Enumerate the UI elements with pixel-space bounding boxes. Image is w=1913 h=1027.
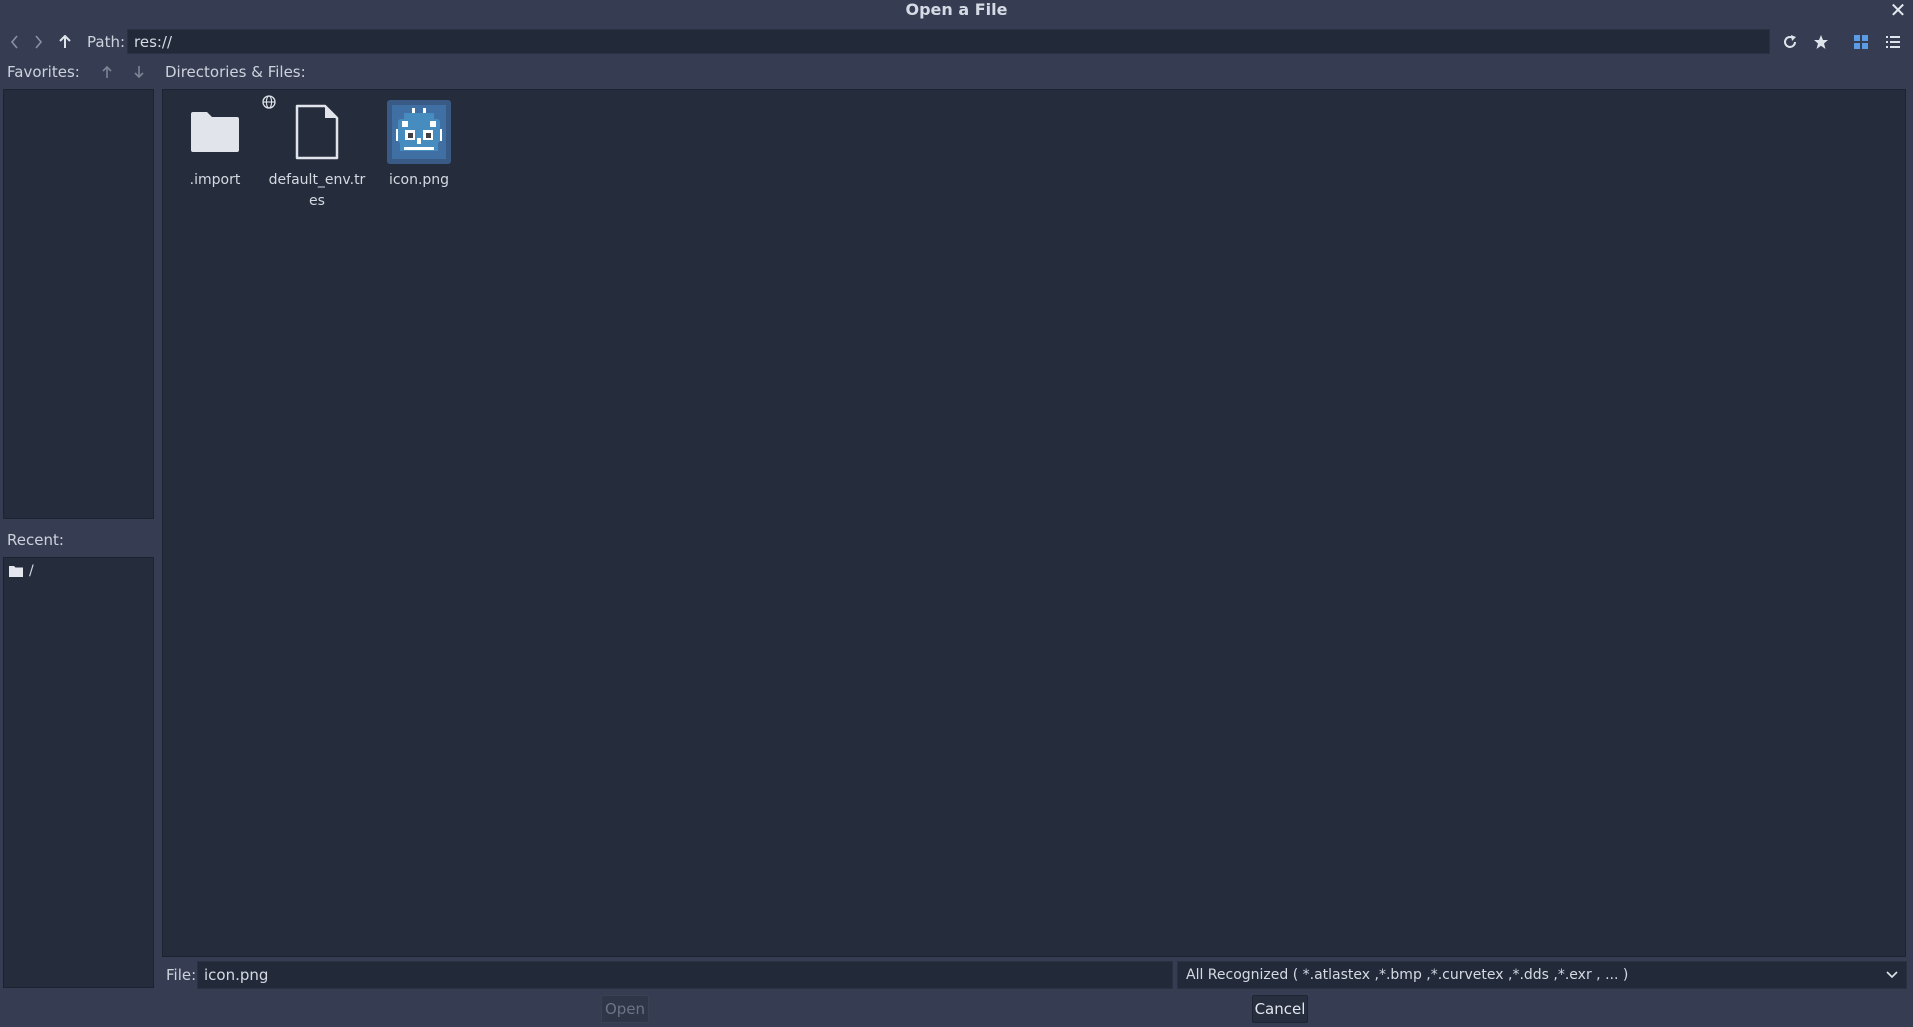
file-item-label: default_env.tres [268, 172, 366, 209]
godot-logo-icon [392, 105, 446, 159]
move-up-icon [102, 65, 112, 78]
files-panel[interactable]: .import default_env.tres icon.png [162, 89, 1906, 957]
file-item-import-folder[interactable]: .import [165, 100, 265, 191]
folder-icon [9, 566, 23, 577]
chevron-down-icon [1886, 971, 1898, 979]
file-item-default-env[interactable]: default_env.tres [262, 95, 367, 212]
recent-item-label: / [29, 563, 34, 579]
back-button[interactable] [6, 31, 24, 53]
favorite-move-down-button[interactable] [129, 62, 149, 82]
directories-files-label: Directories & Files: [165, 63, 306, 81]
go-up-button[interactable] [55, 31, 75, 53]
file-item-icon-png[interactable]: icon.png [369, 100, 469, 191]
file-filter-select[interactable]: All Recognized ( *.atlastex ,*.bmp ,*.cu… [1177, 961, 1907, 989]
favorite-move-up-button[interactable] [97, 62, 117, 82]
list-icon [1886, 36, 1900, 48]
recent-label: Recent: [7, 531, 64, 549]
file-item-label: .import [189, 172, 241, 188]
arrow-up-icon [59, 35, 71, 48]
image-thumbnail [387, 100, 451, 164]
cancel-button[interactable]: Cancel [1252, 995, 1308, 1023]
list-view-button[interactable] [1882, 31, 1904, 53]
file-item-label: icon.png [388, 172, 450, 188]
favorites-list[interactable] [3, 89, 154, 519]
file-label: File: [166, 966, 197, 984]
file-filter-value: All Recognized ( *.atlastex ,*.bmp ,*.cu… [1186, 967, 1629, 983]
path-input[interactable] [127, 29, 1770, 54]
grid-icon [1854, 35, 1868, 49]
file-name-input[interactable] [197, 961, 1173, 989]
refresh-icon [1784, 35, 1796, 48]
file-icon [295, 104, 339, 160]
window-title: Open a File [905, 0, 1008, 19]
chevron-right-icon [35, 35, 43, 49]
open-button[interactable]: Open [601, 995, 649, 1023]
thumbnail-view-button[interactable] [1850, 31, 1872, 53]
favorite-button[interactable] [1810, 31, 1832, 53]
forward-button[interactable] [29, 31, 47, 53]
move-down-icon [134, 66, 144, 79]
refresh-button[interactable] [1779, 31, 1801, 53]
recent-list[interactable]: / [3, 557, 154, 988]
folder-icon [191, 112, 239, 152]
star-icon [1814, 35, 1828, 49]
thumb-wrapper [285, 100, 349, 164]
close-icon[interactable]: ✕ [1887, 0, 1909, 22]
recent-item[interactable]: / [9, 563, 34, 579]
globe-icon [262, 95, 276, 109]
chevron-left-icon [10, 35, 18, 49]
path-label: Path: [87, 33, 126, 51]
favorites-label: Favorites: [7, 63, 80, 81]
thumb-wrapper [183, 100, 247, 164]
